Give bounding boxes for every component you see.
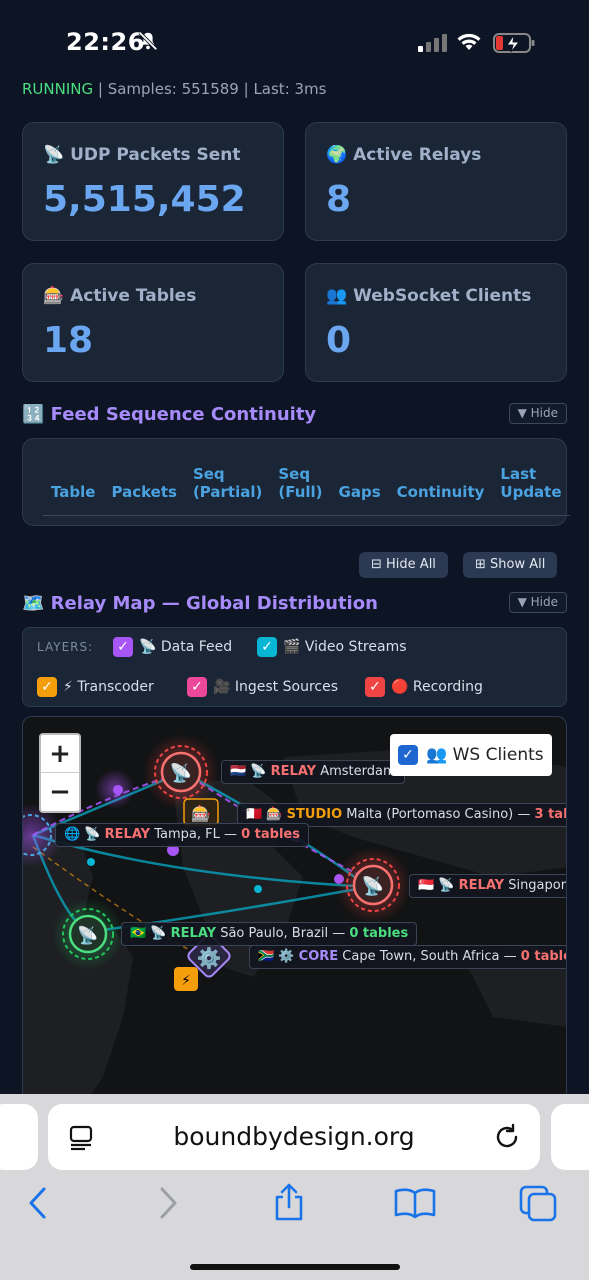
stat-card-udp-packets: 📡 UDP Packets Sent 5,515,452	[22, 122, 284, 241]
map-label-tampa[interactable]: 🌐 📡 RELAY Tampa, FL — 0 tables	[55, 823, 309, 847]
feed-section-title: 🔢 Feed Sequence Continuity	[22, 404, 317, 425]
feed-table-card: Table Packets Seq (Partial) Seq (Full) Gap…	[22, 438, 570, 526]
bell-muted-icon	[138, 31, 158, 51]
run-status: RUNNING | Samples: 551589 | Last: 3ms	[22, 80, 326, 98]
reload-icon[interactable]	[492, 1122, 522, 1152]
checkbox[interactable]: ✓	[187, 677, 207, 697]
map-label-saopaulo[interactable]: 🇧🇷 📡 RELAY São Paulo, Brazil — 0 tables	[121, 922, 418, 946]
layers-label: LAYERS:	[37, 640, 94, 654]
slot-machine-icon: 🎰	[191, 804, 211, 823]
share-icon[interactable]	[272, 1182, 306, 1222]
hide-all-button[interactable]: ⊟ Hide All	[359, 552, 448, 578]
map-label-amsterdam[interactable]: 🇳🇱 📡 RELAY Amsterdam	[221, 760, 405, 784]
globe-icon: 🌍	[326, 145, 348, 165]
stat-value: 0	[326, 320, 352, 361]
column-header-seq-full[interactable]: Seq (Full)	[270, 465, 331, 516]
layer-toggle-data-feed[interactable]: ✓ 📡 Data Feed	[113, 637, 232, 657]
layers-panel: LAYERS: ✓ 📡 Data Feed ✓ 🎬 Video Streams ✓ ⚡…	[22, 627, 567, 707]
checkbox[interactable]: ✓	[37, 677, 57, 697]
relay-map-hide-button[interactable]: ▼ Hide	[508, 592, 567, 613]
url-text[interactable]: boundbydesign.org	[48, 1122, 540, 1151]
packet-dot	[254, 885, 262, 893]
map-label-singapore[interactable]: 🇸🇬 📡 RELAY Singapore	[409, 874, 566, 898]
stat-label: 👥 WebSocket Clients	[326, 286, 532, 306]
feed-table: Table Packets Seq (Partial) Seq (Full) Gap…	[43, 465, 570, 516]
stat-value: 18	[43, 320, 94, 361]
zoom-control: + −	[39, 733, 81, 813]
column-header-table[interactable]: Table	[43, 465, 104, 516]
stat-card-websocket-clients: 👥 WebSocket Clients 0	[305, 263, 567, 382]
users-icon: 👥	[326, 286, 348, 306]
column-header-continuity[interactable]: Continuity	[388, 465, 493, 516]
address-bar[interactable]: boundbydesign.org	[48, 1104, 540, 1170]
tabs-icon[interactable]	[518, 1184, 558, 1222]
stat-label: 📡 UDP Packets Sent	[43, 145, 241, 165]
status-bar: 22:26	[0, 0, 589, 78]
relay-map[interactable]: 📡 📡 📡 ⚙️ ⚡ 🎰 + − 🇳🇱 📡 RELAY Amsterdam 🇲🇹…	[22, 716, 567, 1106]
gear-icon: ⚙️	[197, 946, 222, 970]
lightning-icon: ⚡	[181, 973, 191, 989]
feed-hide-button[interactable]: ▼ Hide	[508, 403, 567, 424]
slot-machine-icon: 🎰	[43, 286, 65, 306]
satellite-icon: 📡	[77, 924, 98, 946]
layer-toggle-transcoder[interactable]: ✓ ⚡ Transcoder	[37, 677, 154, 697]
layer-toggle-recording[interactable]: ✓ 🔴 Recording	[365, 677, 483, 697]
relay-map-title: 🗺️ Relay Map — Global Distribution	[22, 593, 378, 614]
bookmarks-icon[interactable]	[393, 1186, 437, 1220]
column-header-seq-partial[interactable]: Seq (Partial)	[184, 465, 271, 516]
column-header-packets[interactable]: Packets	[103, 465, 185, 516]
stat-value: 8	[326, 179, 352, 220]
checkbox[interactable]: ✓	[365, 677, 385, 697]
ws-clients-toggle[interactable]: ✓ 👥 WS Clients	[390, 734, 552, 776]
checkbox[interactable]: ✓	[398, 745, 418, 765]
run-details: | Samples: 551589 | Last: 3ms	[93, 80, 327, 98]
wifi-icon	[457, 33, 481, 50]
stat-value: 5,515,452	[43, 179, 246, 220]
zoom-in-button[interactable]: +	[41, 735, 79, 773]
checkbox[interactable]: ✓	[257, 637, 277, 657]
next-tab-preview[interactable]	[551, 1104, 589, 1170]
zoom-out-button[interactable]: −	[41, 773, 79, 811]
table-header-row: Table Packets Seq (Partial) Seq (Full) Gap…	[43, 465, 570, 516]
stat-label: 🎰 Active Tables	[43, 286, 197, 306]
column-header-gaps[interactable]: Gaps	[330, 465, 389, 516]
layer-toggle-ingest-sources[interactable]: ✓ 🎥 Ingest Sources	[187, 677, 338, 697]
cell-signal-icon	[418, 34, 447, 52]
satellite-icon: 📡	[170, 761, 192, 784]
back-icon[interactable]	[24, 1186, 54, 1220]
layer-toggle-video-streams[interactable]: ✓ 🎬 Video Streams	[257, 637, 407, 657]
stat-card-active-relays: 🌍 Active Relays 8	[305, 122, 567, 241]
checkbox[interactable]: ✓	[113, 637, 133, 657]
packet-dot	[87, 858, 95, 866]
clock: 22:26	[66, 28, 145, 56]
satellite-icon: 📡	[362, 874, 384, 897]
satellite-icon: 📡	[43, 145, 65, 165]
stat-card-active-tables: 🎰 Active Tables 18	[22, 263, 284, 382]
run-state: RUNNING	[22, 80, 94, 98]
previous-tab-preview[interactable]	[0, 1104, 38, 1170]
show-all-button[interactable]: ⊞ Show All	[463, 552, 558, 578]
battery-charging-icon	[493, 33, 535, 53]
map-label-capetown[interactable]: 🇿🇦 ⚙️ CORE Cape Town, South Africa — 0 t…	[249, 945, 566, 969]
home-indicator[interactable]	[190, 1264, 400, 1270]
stat-label: 🌍 Active Relays	[326, 145, 482, 165]
column-header-last-update[interactable]: Last Update	[492, 465, 570, 516]
browser-toolbar: boundbydesign.org	[0, 1094, 589, 1280]
forward-icon[interactable]	[152, 1186, 182, 1220]
glow-blob	[95, 769, 135, 809]
